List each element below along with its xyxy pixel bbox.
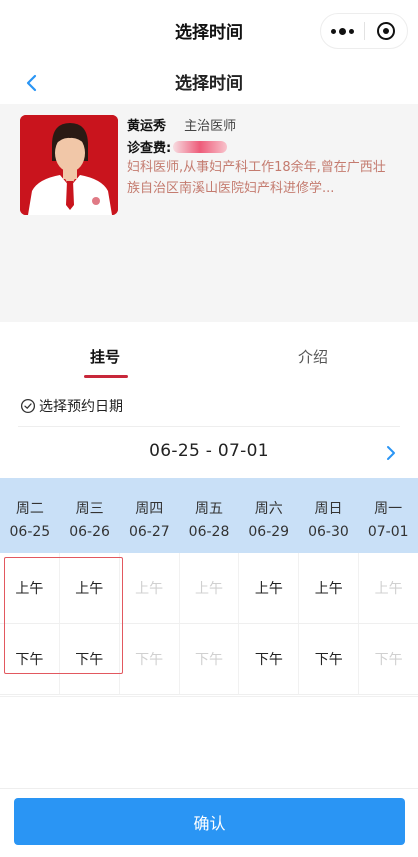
day-column-header[interactable]: 周五 06-28 [179, 478, 239, 553]
day-column-header[interactable]: 周四 06-27 [119, 478, 179, 553]
active-tab-indicator [84, 375, 128, 378]
more-options-icon[interactable] [321, 14, 364, 48]
tab-register[interactable]: 挂号 [90, 346, 120, 367]
date-label: 06-26 [69, 524, 110, 540]
slot-morning-unavailable: 上午 [180, 553, 240, 623]
weekday-label: 周二 [15, 501, 44, 517]
close-miniprogram-icon[interactable] [364, 14, 407, 48]
date-label: 06-25 [9, 524, 51, 540]
doctor-card: 黄运秀 主治医师 诊查费: 妇科医师,从事妇产科工作18余年,曾在广西壮族自治区… [0, 104, 418, 322]
fee-row: 诊查费: [127, 137, 228, 156]
divider [0, 696, 418, 697]
slot-afternoon[interactable]: 下午 [0, 624, 60, 694]
slot-afternoon-unavailable: 下午 [180, 624, 240, 694]
weekday-label: 周日 [314, 501, 343, 517]
slot-morning[interactable]: 上午 [0, 553, 60, 623]
slot-morning[interactable]: 上午 [60, 553, 120, 623]
doctor-bio: 妇科医师,从事妇产科工作18余年,曾在广西壮族自治区南溪山医院妇产科进修学... [127, 160, 386, 196]
date-label: 06-27 [128, 524, 170, 540]
weekday-label: 周一 [374, 501, 403, 517]
morning-row: 上午 上午 上午 上午 上午 上午 上午 [0, 553, 418, 624]
date-label: 06-29 [248, 524, 290, 540]
weekday-label: 周六 [254, 501, 283, 517]
day-column-header[interactable]: 周日 06-30 [299, 478, 359, 553]
divider [18, 426, 400, 427]
tab-bar: 挂号 介绍 [0, 322, 418, 382]
slot-afternoon[interactable]: 下午 [299, 624, 360, 694]
slot-morning-unavailable: 上午 [374, 581, 403, 597]
next-week-chevron-icon[interactable] [382, 443, 400, 463]
slot-afternoon[interactable]: 下午 [60, 624, 120, 694]
fee-label: 诊查费: [127, 141, 172, 156]
tab-introduction[interactable]: 介绍 [298, 346, 328, 367]
week-header: 周二 06-25 周三 06-26 周四 06-27 周五 06-28 周六 0… [0, 478, 418, 553]
weekday-label: 周四 [135, 501, 164, 517]
day-column-header[interactable]: 周三 06-26 [60, 478, 120, 553]
afternoon-row: 下午 下午 下午 下午 下午 下午 下午 [0, 624, 418, 695]
date-label: 06-28 [188, 524, 230, 540]
page-title: 选择时间 [175, 74, 243, 94]
weekday-label: 周五 [195, 501, 224, 517]
date-label: 06-30 [308, 524, 349, 540]
doctor-title: 主治医师 [184, 119, 237, 134]
date-range: 06-25 - 07-01 [149, 441, 269, 461]
doctor-photo [20, 115, 118, 215]
doctor-name: 黄运秀 [127, 119, 167, 134]
slot-morning[interactable]: 上午 [239, 553, 300, 623]
page-header: 选择时间 [0, 62, 418, 104]
date-label: 07-01 [367, 524, 409, 540]
select-date-heading: 选择预约日期 [20, 396, 123, 416]
time-slot-grid: 上午 上午 上午 上午 上午 上午 上午 下午 下午 下午 下午 下午 下午 下… [0, 553, 418, 696]
capsule-menu [320, 13, 408, 49]
select-date-label: 选择预约日期 [39, 399, 123, 415]
confirm-button[interactable]: 确认 [14, 798, 405, 845]
slot-afternoon-unavailable: 下午 [374, 652, 403, 668]
fee-value-redacted [173, 140, 228, 153]
doctor-name-row: 黄运秀 主治医师 [127, 115, 236, 134]
slot-morning[interactable]: 上午 [299, 553, 360, 623]
slot-afternoon[interactable]: 下午 [239, 624, 300, 694]
day-column-header[interactable]: 周六 06-29 [239, 478, 299, 553]
mini-program-title-bar: 选择时间 [0, 0, 418, 62]
day-column-header[interactable]: 周二 06-25 [0, 478, 60, 553]
slot-afternoon-unavailable: 下午 [120, 624, 180, 694]
clock-check-icon [20, 398, 36, 414]
weekday-label: 周三 [75, 501, 104, 517]
day-column-header[interactable]: 周一 07-01 [358, 478, 418, 553]
slot-morning-unavailable: 上午 [120, 553, 180, 623]
